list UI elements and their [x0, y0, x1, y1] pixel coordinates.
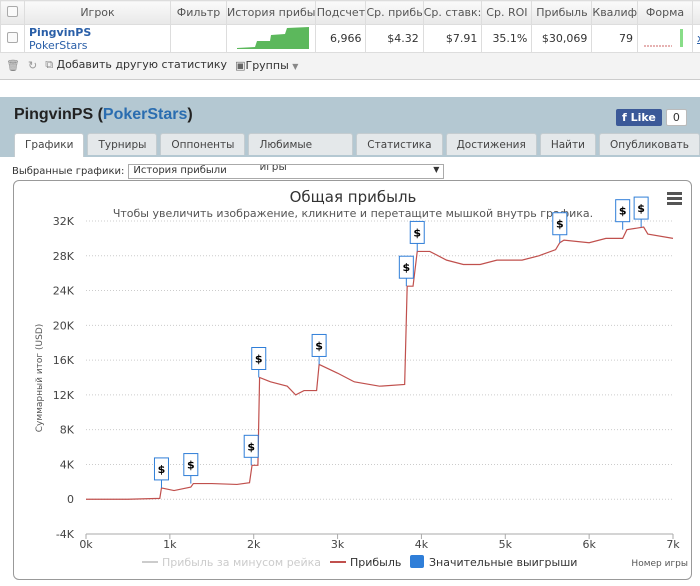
svg-text:$: $ [556, 218, 564, 231]
big-win-flag[interactable]: $ [409, 220, 425, 252]
big-win-flag[interactable]: $ [633, 196, 649, 228]
legend-item-rake[interactable]: Прибыль за минусом рейка [142, 556, 321, 569]
y-tick-label: 32K [53, 215, 75, 228]
menu-icon[interactable] [667, 192, 682, 205]
svg-text:Прибыль за минусом рейка: Прибыль за минусом рейка [162, 556, 321, 569]
legend-item-big-wins[interactable]: Значительные выигрыши [410, 555, 577, 569]
x-tick-label: 6k [582, 538, 596, 551]
chart-title: Общая прибыль [290, 188, 417, 206]
big-win-flag[interactable]: $ [251, 347, 267, 378]
svg-text:$: $ [247, 440, 255, 453]
y-axis-label: Суммарный итог (USD) [35, 324, 45, 433]
profit-line [86, 226, 674, 500]
svg-text:$: $ [413, 226, 421, 239]
svg-text:$: $ [187, 459, 195, 472]
svg-text:$: $ [315, 339, 323, 352]
x-tick-label: 2k [247, 538, 261, 551]
svg-text:Значительные выигрыши: Значительные выигрыши [429, 556, 577, 569]
y-tick-label: 4K [60, 458, 75, 471]
svg-text:Прибыль: Прибыль [350, 556, 401, 569]
big-win-flag[interactable]: $ [615, 199, 631, 230]
big-win-flag[interactable]: $ [398, 255, 414, 287]
y-tick-label: 8K [60, 424, 75, 437]
y-tick-label: 16K [53, 354, 75, 367]
x-tick-label: 1k [163, 538, 177, 551]
big-win-flag[interactable]: $ [552, 212, 568, 243]
x-tick-label: 5k [499, 538, 513, 551]
y-tick-label: -4K [56, 528, 75, 541]
svg-text:$: $ [619, 205, 627, 218]
profit-chart: Общая прибыль Чтобы увеличить изображени… [35, 188, 688, 569]
y-tick-label: 12K [53, 389, 75, 402]
y-tick-label: 28K [53, 250, 75, 263]
legend: Прибыль за минусом рейка Прибыль Значите… [142, 555, 577, 569]
svg-text:$: $ [637, 202, 645, 215]
svg-text:$: $ [158, 463, 166, 476]
y-tick-label: 24K [53, 285, 75, 298]
x-tick-label: 4k [415, 538, 429, 551]
x-tick-label: 3k [331, 538, 345, 551]
x-tick-label: 0k [79, 538, 93, 551]
svg-text:$: $ [403, 261, 411, 274]
x-tick-label: 7k [666, 538, 680, 551]
big-win-flag[interactable]: $ [243, 434, 259, 466]
x-axis-label: Номер игры [631, 559, 688, 569]
chart-subtitle: Чтобы увеличить изображение, кликните и … [113, 207, 593, 220]
big-win-flag[interactable]: $ [153, 457, 169, 488]
y-tick-label: 20K [53, 319, 75, 332]
y-tick-label: 0 [67, 493, 74, 506]
big-win-flag[interactable]: $ [183, 453, 199, 484]
legend-item-profit[interactable]: Прибыль [330, 556, 401, 569]
svg-text:$: $ [255, 353, 263, 366]
